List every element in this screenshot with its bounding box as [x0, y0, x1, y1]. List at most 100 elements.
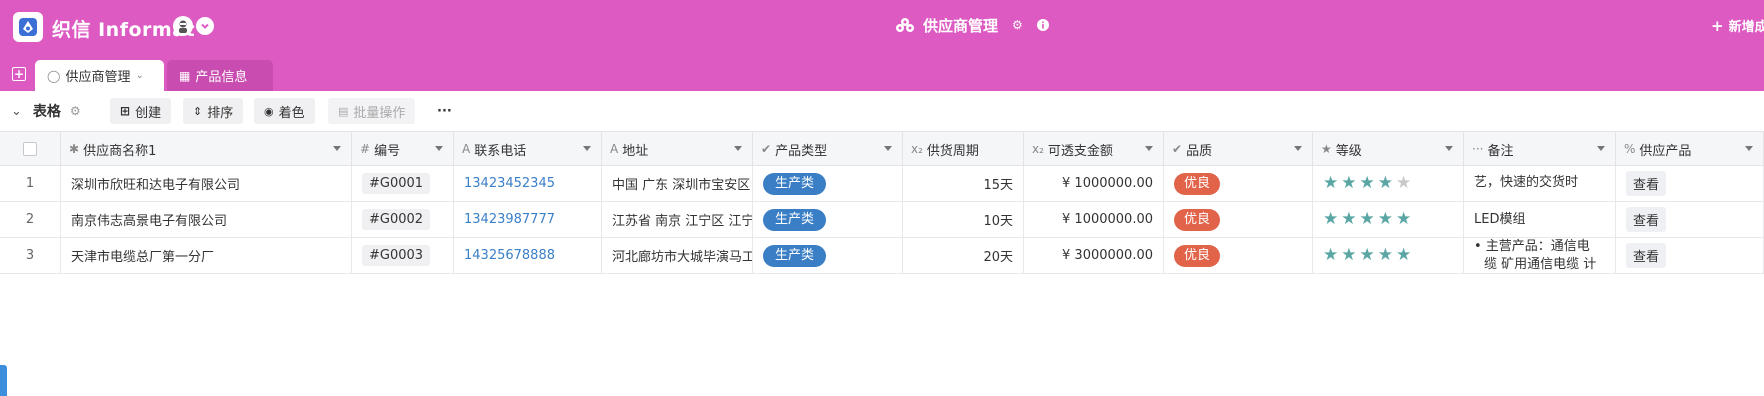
- col-header-phone[interactable]: A 联系电话: [454, 132, 602, 166]
- cell-cycle[interactable]: 10天: [903, 202, 1024, 237]
- cell-name[interactable]: 南京伟志高景电子有限公司: [61, 202, 352, 237]
- cell-supply-product[interactable]: 查看: [1616, 238, 1764, 273]
- tab-supplier-management[interactable]: ◯ 供应商管理 ⌄: [35, 60, 164, 91]
- cell-address[interactable]: 江苏省 南京 江宁区 江宁: [602, 202, 753, 237]
- cell-amount[interactable]: ¥ 1000000.00: [1024, 202, 1164, 237]
- cell-code[interactable]: #G0003: [352, 238, 454, 273]
- caret-down-icon[interactable]: [1145, 146, 1153, 151]
- tab-product-info[interactable]: ▦ 产品信息: [167, 60, 273, 91]
- sort-icon: ⇕: [193, 104, 203, 118]
- cell-cycle[interactable]: 15天: [903, 166, 1024, 201]
- view-button[interactable]: 查看: [1626, 243, 1667, 268]
- star-rating[interactable]: ★ ★ ★ ★ ★: [1323, 175, 1411, 192]
- star-icon[interactable]: ★: [1341, 175, 1356, 192]
- table-row[interactable]: 3 天津市电缆总厂第一分厂 #G0003 14325678888 河北廊坊市大城…: [0, 238, 1764, 274]
- select-all-checkbox[interactable]: [23, 142, 37, 156]
- star-icon[interactable]: ★: [1378, 175, 1393, 192]
- cell-remark[interactable]: • 主营产品：通信电 缆 矿用通信电缆 计: [1464, 238, 1616, 273]
- chevron-down-icon[interactable]: [196, 17, 214, 35]
- caret-down-icon[interactable]: [1745, 146, 1753, 151]
- col-header-code[interactable]: # 编号: [352, 132, 454, 166]
- star-icon[interactable]: ★: [1396, 211, 1411, 228]
- cell-phone[interactable]: 14325678888: [454, 238, 602, 273]
- table-row[interactable]: 1 深圳市欣旺和达电子有限公司 #G0001 13423452345 中国 广东…: [0, 166, 1764, 202]
- star-icon[interactable]: ★: [1396, 175, 1411, 192]
- caret-down-icon[interactable]: [1294, 146, 1302, 151]
- cell-address[interactable]: 中国 广东 深圳市宝安区: [602, 166, 753, 201]
- cell-amount[interactable]: ¥ 3000000.00: [1024, 238, 1164, 273]
- caret-down-icon[interactable]: [333, 146, 341, 151]
- col-header-overdraft[interactable]: x₂ 可透支金额: [1024, 132, 1164, 166]
- cell-quality[interactable]: 优良: [1164, 202, 1313, 237]
- caret-down-icon[interactable]: [1445, 146, 1453, 151]
- phone-link[interactable]: 14325678888: [464, 248, 555, 263]
- star-icon[interactable]: ★: [1396, 247, 1411, 264]
- cell-supply-product[interactable]: 查看: [1616, 166, 1764, 201]
- avatar[interactable]: [173, 16, 193, 36]
- sort-button[interactable]: ⇕ 排序: [183, 98, 244, 124]
- star-icon[interactable]: ★: [1360, 211, 1375, 228]
- star-icon[interactable]: ★: [1360, 175, 1375, 192]
- cell-supply-product[interactable]: 查看: [1616, 202, 1764, 237]
- add-tab-icon[interactable]: +: [12, 67, 26, 81]
- cell-cycle[interactable]: 20天: [903, 238, 1024, 273]
- cell-name[interactable]: 深圳市欣旺和达电子有限公司: [61, 166, 352, 201]
- color-button[interactable]: ◉ 着色: [254, 98, 315, 124]
- batch-operation-button[interactable]: ▤ 批量操作: [328, 98, 416, 124]
- cell-product-type[interactable]: 生产类: [753, 202, 903, 237]
- phone-link[interactable]: 13423452345: [464, 176, 555, 191]
- cell-product-type[interactable]: 生产类: [753, 166, 903, 201]
- cell-address[interactable]: 河北廊坊市大城毕演马工: [602, 238, 753, 273]
- cell-grade[interactable]: ★ ★ ★ ★ ★: [1313, 238, 1464, 273]
- col-header-remark[interactable]: ··· 备注: [1464, 132, 1616, 166]
- more-options-button[interactable]: ···: [437, 98, 452, 124]
- star-icon[interactable]: ★: [1341, 247, 1356, 264]
- star-icon[interactable]: ★: [1378, 247, 1393, 264]
- col-header-product-type[interactable]: ✔ 产品类型: [753, 132, 903, 166]
- logo-icon[interactable]: [13, 12, 43, 42]
- table-row[interactable]: 2 南京伟志高景电子有限公司 #G0002 13423987777 江苏省 南京…: [0, 202, 1764, 238]
- cell-quality[interactable]: 优良: [1164, 238, 1313, 273]
- star-icon[interactable]: ★: [1378, 211, 1393, 228]
- info-icon[interactable]: [1036, 19, 1049, 31]
- col-header-supply-product[interactable]: % 供应产品: [1616, 132, 1764, 166]
- star-icon[interactable]: ★: [1323, 211, 1338, 228]
- create-button[interactable]: ⊞ 创建: [110, 98, 172, 124]
- cell-name[interactable]: 天津市电缆总厂第一分厂: [61, 238, 352, 273]
- col-header-supply-cycle[interactable]: x₂ 供货周期: [903, 132, 1024, 166]
- cell-quality[interactable]: 优良: [1164, 166, 1313, 201]
- cell-phone[interactable]: 13423987777: [454, 202, 602, 237]
- cell-phone[interactable]: 13423452345: [454, 166, 602, 201]
- star-icon[interactable]: ★: [1341, 211, 1356, 228]
- settings-icon[interactable]: ⚙: [70, 104, 81, 118]
- star-icon[interactable]: ★: [1323, 247, 1338, 264]
- cell-amount[interactable]: ¥ 1000000.00: [1024, 166, 1164, 201]
- view-button[interactable]: 查看: [1626, 207, 1667, 232]
- cell-code[interactable]: #G0001: [352, 166, 454, 201]
- col-header-address[interactable]: A 地址: [602, 132, 753, 166]
- collapse-toggle[interactable]: ⌄ 表格 ⚙: [11, 98, 81, 124]
- star-icon[interactable]: ★: [1323, 175, 1338, 192]
- view-button[interactable]: 查看: [1626, 171, 1667, 196]
- caret-down-icon[interactable]: [583, 146, 591, 151]
- cell-remark[interactable]: LED模组: [1464, 202, 1616, 237]
- col-header-grade[interactable]: ★ 等级: [1313, 132, 1464, 166]
- gear-icon[interactable]: ⚙: [1012, 18, 1023, 32]
- new-record-button[interactable]: + 新增成: [1711, 16, 1764, 36]
- caret-down-icon[interactable]: [1597, 146, 1605, 151]
- col-header-name[interactable]: ✱ 供应商名称1: [61, 132, 352, 166]
- cell-remark[interactable]: 艺，快速的交货时: [1464, 166, 1616, 201]
- cell-grade[interactable]: ★ ★ ★ ★ ★: [1313, 166, 1464, 201]
- star-icon[interactable]: ★: [1360, 247, 1375, 264]
- side-panel-handle[interactable]: [0, 365, 7, 396]
- caret-down-icon[interactable]: [435, 146, 443, 151]
- col-header-quality[interactable]: ✔ 品质: [1164, 132, 1313, 166]
- caret-down-icon[interactable]: [884, 146, 892, 151]
- star-rating[interactable]: ★ ★ ★ ★ ★: [1323, 211, 1411, 228]
- star-rating[interactable]: ★ ★ ★ ★ ★: [1323, 247, 1411, 264]
- cell-product-type[interactable]: 生产类: [753, 238, 903, 273]
- cell-grade[interactable]: ★ ★ ★ ★ ★: [1313, 202, 1464, 237]
- phone-link[interactable]: 13423987777: [464, 212, 555, 227]
- caret-down-icon[interactable]: [734, 146, 742, 151]
- cell-code[interactable]: #G0002: [352, 202, 454, 237]
